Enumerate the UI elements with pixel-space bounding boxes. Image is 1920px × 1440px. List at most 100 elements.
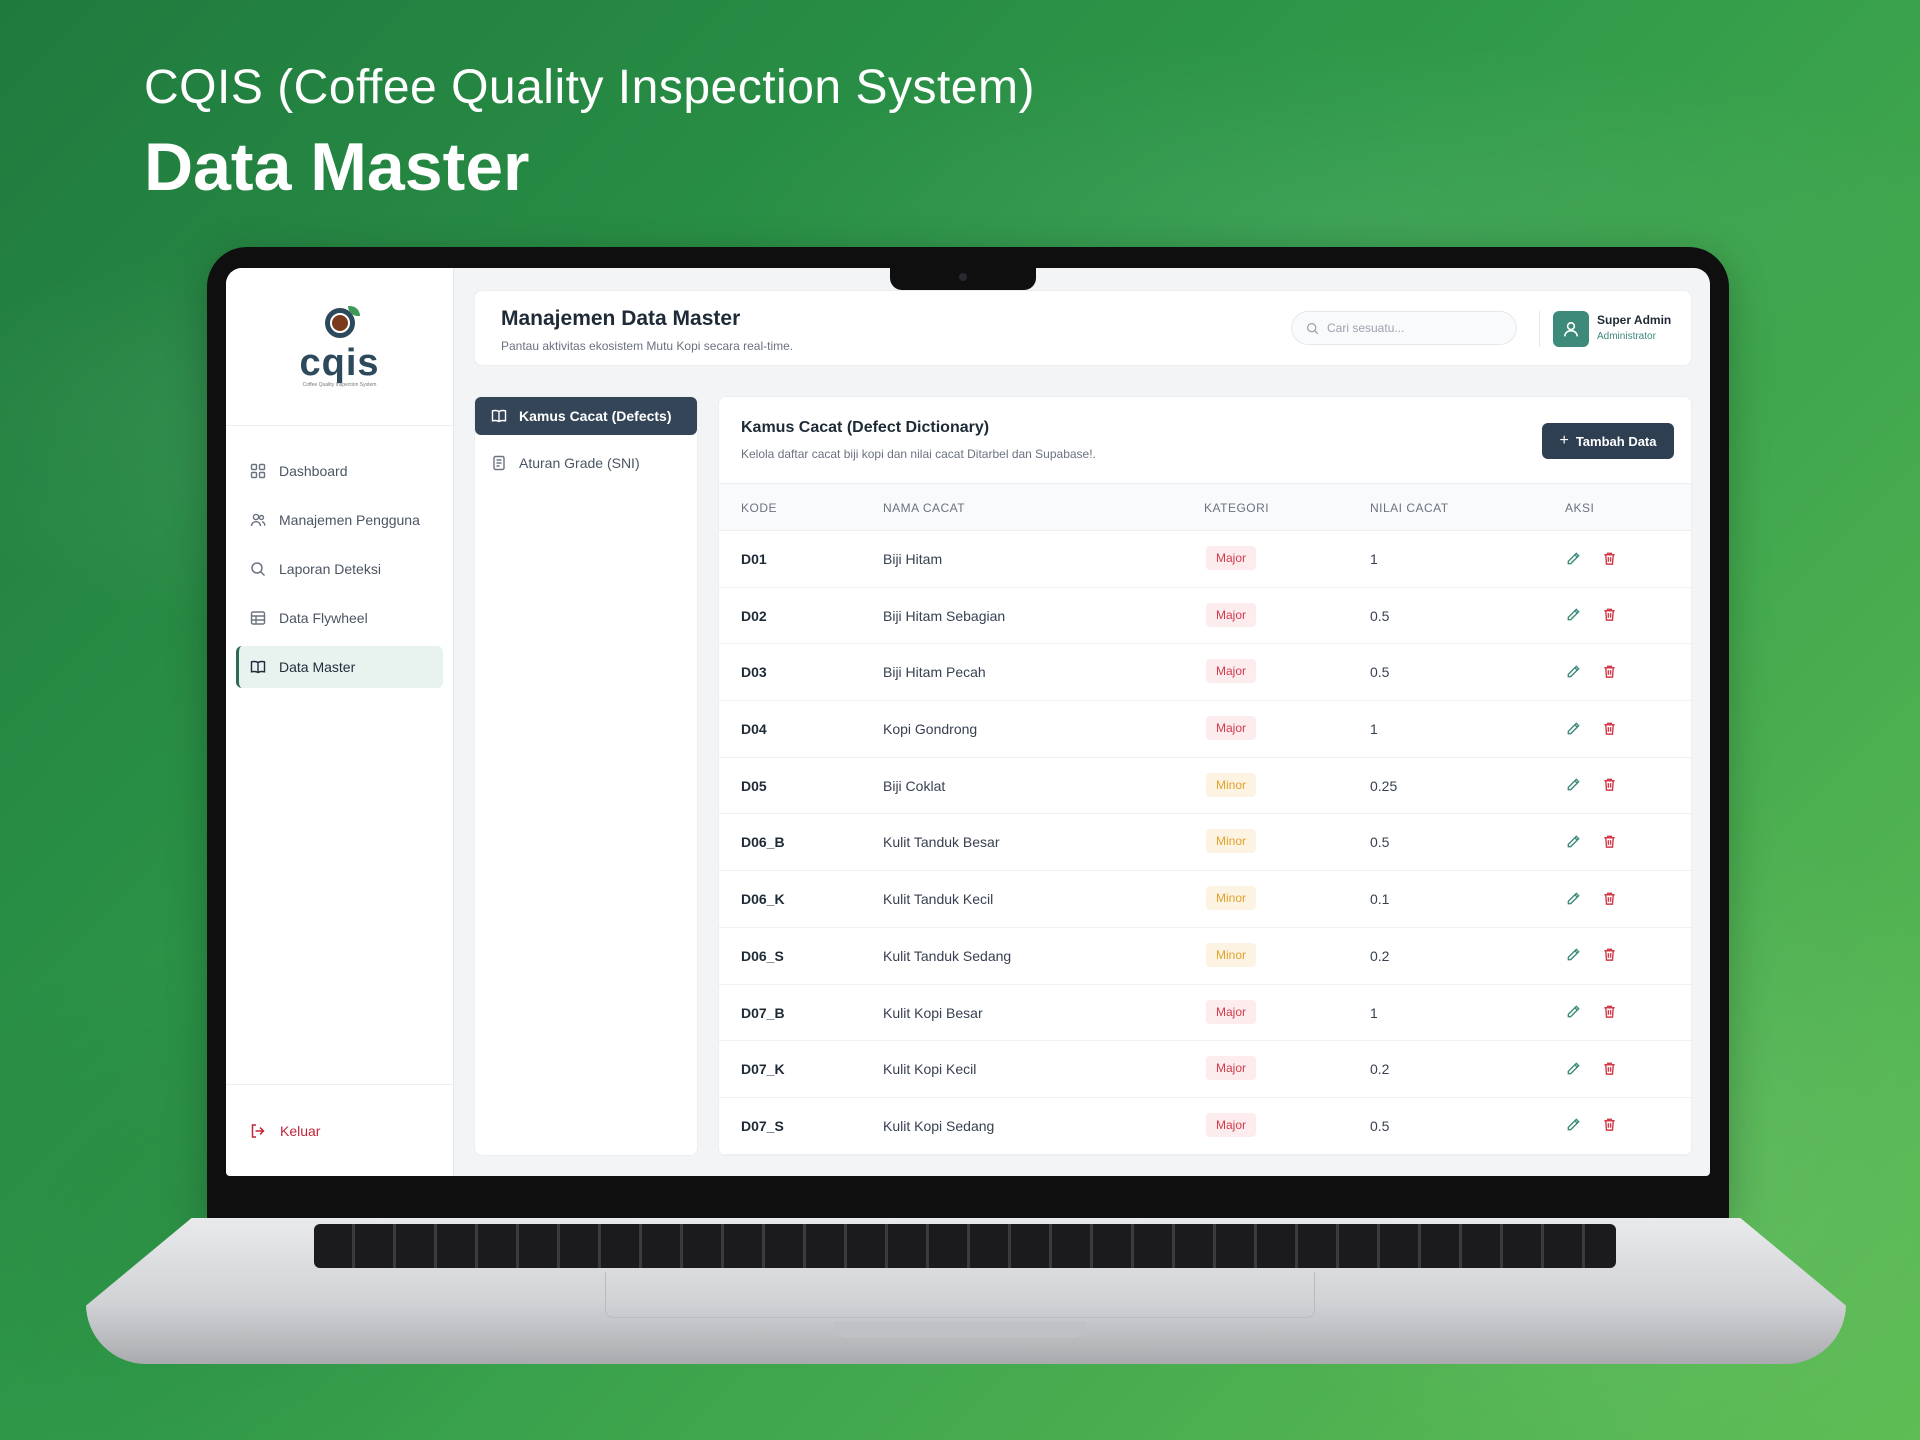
- logout-button[interactable]: Keluar: [226, 1084, 454, 1176]
- sidebar-item-laporan-deteksi[interactable]: Laporan Deteksi: [236, 548, 443, 590]
- search-input[interactable]: [1327, 321, 1497, 335]
- trash-icon: [1603, 948, 1615, 962]
- cell-nama-cacat: Biji Hitam: [883, 551, 943, 567]
- delete-button[interactable]: [1598, 1057, 1620, 1079]
- pencil-icon: [1567, 1118, 1580, 1131]
- cell-nilai-cacat: 0.2: [1370, 1061, 1390, 1078]
- table-row: D04 Kopi Gondrong Major 1: [719, 701, 1691, 758]
- edit-button[interactable]: [1562, 774, 1584, 796]
- subnav-item-kamus-cacat[interactable]: Kamus Cacat (Defects): [475, 397, 697, 435]
- cell-nilai-cacat: 0.5: [1370, 834, 1390, 851]
- logo-mark-icon: [317, 305, 363, 346]
- search-icon: [1306, 322, 1319, 335]
- edit-button[interactable]: [1562, 1114, 1584, 1136]
- edit-button[interactable]: [1562, 547, 1584, 569]
- cell-kode: D05: [741, 777, 767, 794]
- cell-kode: D07_S: [741, 1117, 784, 1134]
- plus-icon: +: [1559, 432, 1569, 449]
- sidebar-item-label: Data Flywheel: [279, 610, 368, 626]
- sidebar-item-label: Data Master: [279, 659, 356, 675]
- cell-kode: D06_K: [741, 891, 785, 908]
- laptop-base-notch: [834, 1322, 1086, 1338]
- delete-button[interactable]: [1598, 1001, 1620, 1023]
- cell-kode: D04: [741, 721, 767, 738]
- search-icon: [250, 561, 266, 577]
- pencil-icon: [1567, 948, 1580, 961]
- edit-button[interactable]: [1562, 830, 1584, 852]
- cell-kode: D06_B: [741, 834, 785, 851]
- category-badge: Minor: [1206, 772, 1257, 797]
- delete-button[interactable]: [1598, 774, 1620, 796]
- cell-nama-cacat: Biji Coklat: [883, 777, 946, 794]
- sidebar-item-dashboard[interactable]: Dashboard: [236, 450, 443, 492]
- delete-button[interactable]: [1598, 1114, 1620, 1136]
- keyboard: [314, 1224, 1616, 1268]
- pencil-icon: [1567, 721, 1580, 734]
- edit-button[interactable]: [1562, 1001, 1584, 1023]
- edit-button[interactable]: [1562, 660, 1584, 682]
- table-row: D07_K Kulit Kopi Kecil Major 0.2: [719, 1041, 1691, 1098]
- delete-button[interactable]: [1598, 830, 1620, 852]
- pencil-icon: [1567, 608, 1580, 621]
- category-badge: Minor: [1206, 886, 1257, 911]
- header-divider: [1539, 311, 1540, 347]
- trackpad: [605, 1272, 1315, 1318]
- cell-nilai-cacat: 0.5: [1370, 664, 1390, 681]
- cell-nama-cacat: Kulit Tanduk Kecil: [883, 891, 994, 908]
- table-row: D06_K Kulit Tanduk Kecil Minor 0.1: [719, 871, 1691, 928]
- add-data-button[interactable]: + Tambah Data: [1542, 423, 1674, 459]
- cell-nilai-cacat: 1: [1370, 551, 1378, 567]
- search-box[interactable]: [1291, 311, 1517, 345]
- delete-button[interactable]: [1598, 717, 1620, 739]
- table-row: D06_S Kulit Tanduk Sedang Minor 0.2: [719, 928, 1691, 985]
- trash-icon: [1603, 552, 1615, 565]
- delete-button[interactable]: [1598, 604, 1620, 626]
- edit-button[interactable]: [1562, 944, 1584, 966]
- hero-subtitle: CQIS (Coffee Quality Inspection System): [144, 61, 1035, 114]
- table-row: D06_B Kulit Tanduk Besar Minor 0.5: [719, 814, 1691, 872]
- cell-kode: D06_S: [741, 947, 784, 964]
- edit-button[interactable]: [1562, 604, 1584, 626]
- page-title: Manajemen Data Master: [501, 307, 741, 330]
- trash-icon: [1603, 778, 1615, 792]
- cell-nama-cacat: Kulit Kopi Sedang: [883, 1117, 995, 1134]
- cell-nama-cacat: Biji Hitam Pecah: [883, 664, 986, 681]
- cell-nama-cacat: Kulit Tanduk Besar: [883, 834, 1000, 851]
- trash-icon: [1603, 608, 1615, 622]
- cell-kode: D02: [741, 607, 767, 624]
- cell-nilai-cacat: 0.5: [1370, 607, 1390, 624]
- pencil-icon: [1567, 551, 1580, 564]
- table-row: D07_S Kulit Kopi Sedang Major 0.5: [719, 1098, 1691, 1155]
- pencil-icon: [1567, 891, 1580, 904]
- edit-button[interactable]: [1562, 717, 1584, 739]
- book-icon: [491, 408, 507, 424]
- column-header-nama-cacat: NAMA CACAT: [883, 501, 966, 515]
- edit-button[interactable]: [1562, 887, 1584, 909]
- column-header-kode: KODE: [741, 501, 778, 515]
- trash-icon: [1603, 835, 1615, 848]
- cell-nama-cacat: Kulit Kopi Besar: [883, 1004, 983, 1021]
- camera-icon: [959, 273, 967, 281]
- delete-button[interactable]: [1598, 547, 1620, 569]
- edit-button[interactable]: [1562, 1057, 1584, 1079]
- book-icon: [250, 659, 266, 675]
- trash-icon: [1603, 722, 1615, 735]
- sidebar-item-data-master[interactable]: Data Master: [236, 646, 443, 688]
- delete-button[interactable]: [1598, 944, 1620, 966]
- data-master-subnav: Kamus Cacat (Defects) Aturan Grade (SNI): [474, 396, 698, 1156]
- cell-nilai-cacat: 0.2: [1370, 947, 1390, 964]
- users-icon: [250, 512, 266, 528]
- avatar[interactable]: [1553, 311, 1589, 347]
- column-header-kategori: KATEGORI: [1204, 501, 1270, 515]
- table-row: D05 Biji Coklat Minor 0.25: [719, 758, 1691, 815]
- delete-button[interactable]: [1598, 660, 1620, 682]
- sidebar-item-label: Dashboard: [279, 463, 348, 479]
- trash-icon: [1603, 665, 1615, 678]
- subnav-item-aturan-grade[interactable]: Aturan Grade (SNI): [475, 444, 697, 482]
- delete-button[interactable]: [1598, 887, 1620, 909]
- cell-kode: D01: [741, 551, 767, 567]
- sidebar-item-manajemen-pengguna[interactable]: Manajemen Pengguna: [236, 499, 443, 541]
- sidebar-item-data-flywheel[interactable]: Data Flywheel: [236, 597, 443, 639]
- user-role: Administrator: [1597, 331, 1656, 342]
- cell-nilai-cacat: 0.25: [1370, 777, 1398, 794]
